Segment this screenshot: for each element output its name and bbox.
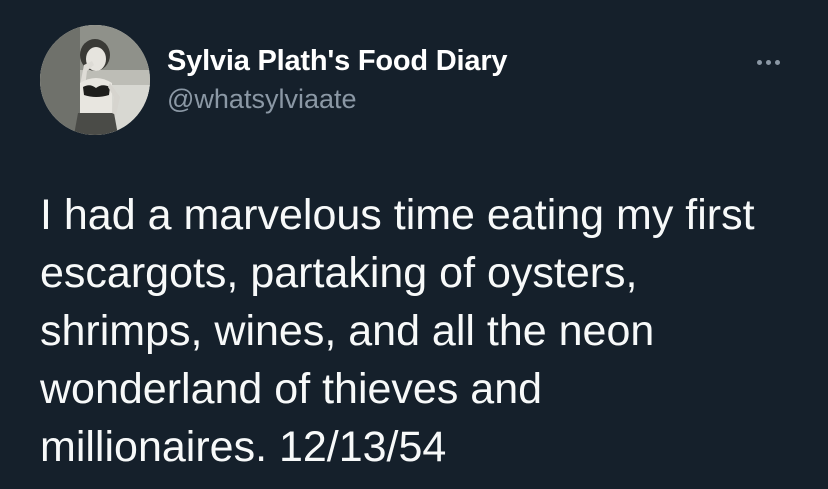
tweet-text: I had a marvelous time eating my first e… (40, 186, 810, 476)
author-display-name[interactable]: Sylvia Plath's Food Diary (167, 44, 508, 78)
tweet-text-line: shrimps, wines, and all the neon (40, 307, 655, 355)
author-handle[interactable]: @whatsylviaate (167, 83, 357, 115)
tweet-text-line: millionaires. 12/13/54 (40, 423, 447, 471)
more-horizontal-icon (774, 59, 780, 65)
tweet-text-line: I had a marvelous time eating my first (40, 191, 755, 239)
avatar[interactable] (40, 25, 150, 135)
tweet-text-line: escargots, partaking of oysters, (40, 249, 638, 297)
avatar-photo (40, 25, 150, 135)
tweet-text-line: wonderland of thieves and (40, 365, 543, 413)
more-horizontal-icon (765, 59, 771, 65)
more-options-button[interactable] (750, 50, 786, 74)
more-horizontal-icon (756, 59, 762, 65)
tweet-card: Sylvia Plath's Food Diary @whatsylviaate… (0, 0, 828, 489)
